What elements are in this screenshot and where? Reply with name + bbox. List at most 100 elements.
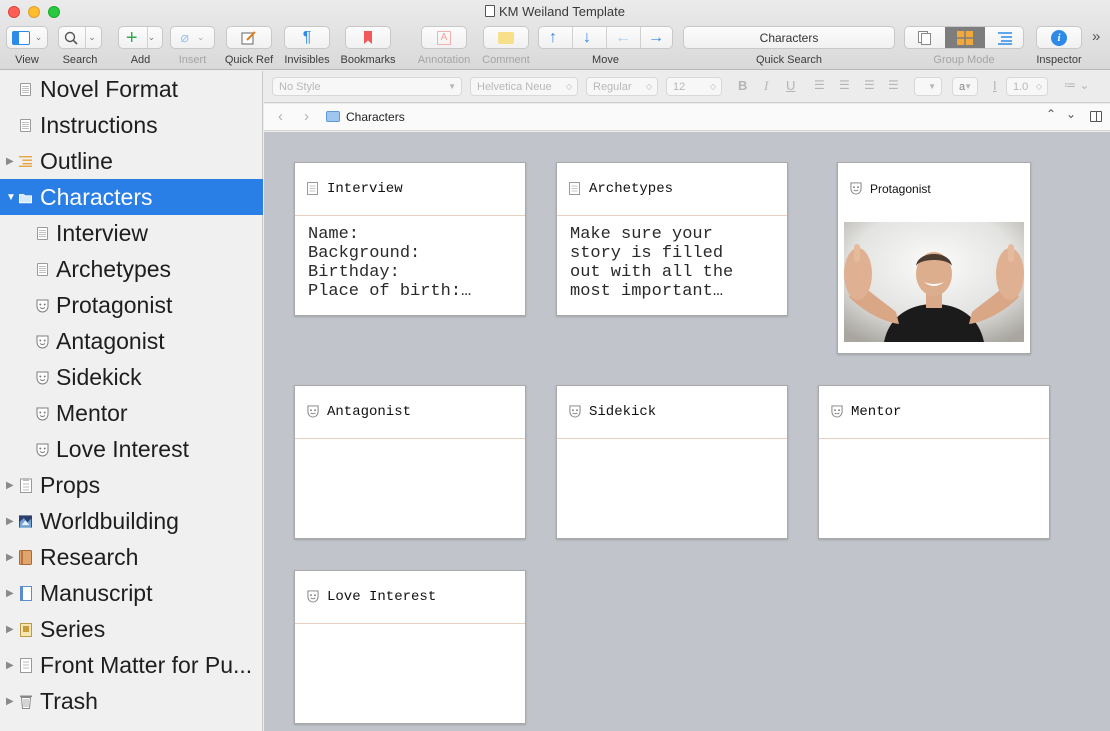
binder-item-outline[interactable]: ▶ Outline [0, 143, 263, 179]
binder-item-sidekick[interactable]: Sidekick [0, 359, 263, 395]
disclosure-collapsed-icon[interactable]: ▶ [6, 552, 16, 563]
justify-icon[interactable]: ☰ [888, 78, 899, 92]
chevron-down-icon: ⌄ [196, 32, 205, 42]
comment-button[interactable] [483, 26, 529, 49]
index-card-title[interactable]: Archetypes [589, 181, 673, 197]
highlight-color-picker[interactable]: ▼ [914, 77, 942, 96]
index-card-title[interactable]: Mentor [851, 404, 901, 420]
binder-item-characters[interactable]: ▼ Characters [0, 179, 263, 215]
invisibles-label: Invisibles [284, 54, 330, 66]
align-left-icon[interactable]: ☰ [814, 78, 825, 92]
view-button[interactable]: ⌄ [6, 26, 48, 49]
disclosure-collapsed-icon[interactable]: ▶ [6, 516, 16, 527]
index-card-love-interest[interactable]: Love Interest [294, 570, 526, 724]
move-right-icon[interactable]: → [648, 29, 664, 47]
line-spacing-select[interactable]: 1.0 ◇ [1006, 77, 1048, 96]
document-icon [19, 118, 32, 133]
index-card-protagonist[interactable]: Protagonist [837, 162, 1031, 354]
scrivenings-mode-button[interactable] [905, 27, 945, 48]
index-card-sidekick[interactable]: Sidekick [556, 385, 788, 539]
binder-item-protagonist[interactable]: Protagonist [0, 287, 263, 323]
editor-title[interactable]: Characters [346, 110, 405, 124]
document-icon [36, 226, 49, 241]
font-size-select[interactable]: 12 ◇ [666, 77, 722, 96]
disclosure-collapsed-icon[interactable]: ▶ [6, 588, 16, 599]
index-card-header: Archetypes [557, 163, 787, 216]
index-card-interview[interactable]: Interview Name: Background: Birthday: Pla… [294, 162, 526, 316]
binder-item-instructions[interactable]: Instructions [0, 107, 263, 143]
invisibles-button[interactable]: ¶ [284, 26, 330, 49]
font-weight-select[interactable]: Regular ◇ [586, 77, 658, 96]
binder-item-mentor[interactable]: Mentor [0, 395, 263, 431]
binder-item-interview[interactable]: Interview [0, 215, 263, 251]
binder-item-props[interactable]: ▶ Props [0, 467, 263, 503]
bookmark-icon [364, 30, 372, 44]
move-left-icon[interactable]: ← [615, 29, 631, 47]
index-card-title[interactable]: Antagonist [327, 404, 411, 420]
disclosure-collapsed-icon[interactable]: ▶ [6, 624, 16, 635]
index-card-synopsis[interactable]: Name: Background: Birthday: Place of bir… [308, 225, 515, 301]
annotation-button[interactable]: A [421, 26, 467, 49]
binder-item-label: Research [40, 543, 139, 570]
disclosure-collapsed-icon[interactable]: ▶ [6, 480, 16, 491]
binder-item-label: Front Matter for Pu... [40, 651, 253, 678]
outliner-mode-button[interactable] [985, 27, 1023, 48]
previous-document-icon[interactable]: ⌃ [1046, 107, 1056, 121]
index-card-mentor[interactable]: Mentor [818, 385, 1050, 539]
index-card-title[interactable]: Sidekick [589, 404, 656, 420]
binder-item-love-interest[interactable]: Love Interest [0, 431, 263, 467]
chevron-down-icon: ⌄ [34, 32, 43, 42]
paragraph-style-select[interactable]: No Style ▼ [272, 77, 462, 96]
group-mode-label: Group Mode [933, 54, 995, 66]
bold-button[interactable]: B [738, 78, 747, 93]
forward-arrow-icon[interactable]: › [304, 108, 309, 125]
binder-item-series[interactable]: ▶ Series [0, 611, 263, 647]
bookmarks-button[interactable] [345, 26, 391, 49]
binder-item-manuscript[interactable]: ▶ Manuscript [0, 575, 263, 611]
font-family-select[interactable]: Helvetica Neue ◇ [470, 77, 578, 96]
text-color-picker[interactable]: a ▼ [952, 77, 978, 96]
book-icon [19, 550, 32, 565]
add-label: Add [130, 54, 151, 66]
index-card-antagonist[interactable]: Antagonist [294, 385, 526, 539]
list-style-icon[interactable]: ≔ ⌄ [1064, 78, 1089, 92]
binder-item-archetypes[interactable]: Archetypes [0, 251, 263, 287]
add-button[interactable]: + ⌄ [118, 26, 163, 49]
index-card-title[interactable]: Love Interest [327, 589, 436, 605]
binder-item-label: Series [40, 615, 106, 642]
next-document-icon[interactable]: ⌄ [1066, 107, 1076, 121]
search-button[interactable]: ⌄ [58, 26, 102, 49]
binder-item-antagonist[interactable]: Antagonist [0, 323, 263, 359]
binder-item-research[interactable]: ▶ Research [0, 539, 263, 575]
binder-item-worldbuilding[interactable]: ▶ Worldbuilding [0, 503, 263, 539]
binder-item-trash[interactable]: ▶ Trash [0, 683, 263, 719]
underline-button[interactable]: U [786, 78, 795, 93]
inspector-button[interactable]: i [1036, 26, 1082, 49]
comment-icon [498, 31, 514, 44]
italic-button[interactable]: I [764, 78, 768, 94]
corkboard-mode-button[interactable] [945, 27, 985, 48]
binder-item-front-matter-for-pu[interactable]: ▶ Front Matter for Pu... [0, 647, 263, 683]
quick-search-field[interactable]: Characters [683, 26, 895, 49]
move-down-icon[interactable]: ↓ [583, 29, 591, 47]
chevron-down-icon: ▼ [448, 82, 456, 91]
align-right-icon[interactable]: ☰ [864, 78, 875, 92]
toolbar-overflow-button[interactable]: » [1092, 28, 1100, 45]
split-editor-icon[interactable] [1090, 111, 1102, 122]
quick-ref-button[interactable] [226, 26, 272, 49]
back-arrow-icon[interactable]: ‹ [278, 108, 283, 125]
align-center-icon[interactable]: ☰ [839, 78, 850, 92]
disclosure-collapsed-icon[interactable]: ▶ [6, 696, 16, 707]
disclosure-expanded-icon[interactable]: ▼ [6, 192, 16, 203]
index-card-archetypes[interactable]: Archetypes Make sure your story is filled… [556, 162, 788, 316]
move-up-icon[interactable]: ↑ [549, 29, 557, 47]
insert-button[interactable]: ⌀ ⌄ [170, 26, 215, 49]
outliner-icon [998, 31, 1012, 45]
binder-item-novel-format[interactable]: Novel Format [0, 71, 263, 107]
disclosure-collapsed-icon[interactable]: ▶ [6, 156, 16, 167]
index-card-title[interactable]: Protagonist [870, 182, 931, 196]
move-buttons: ↑ ↓ ← → [538, 26, 673, 49]
disclosure-collapsed-icon[interactable]: ▶ [6, 660, 16, 671]
index-card-synopsis[interactable]: Make sure your story is filled out with … [570, 225, 777, 301]
index-card-title[interactable]: Interview [327, 181, 403, 197]
